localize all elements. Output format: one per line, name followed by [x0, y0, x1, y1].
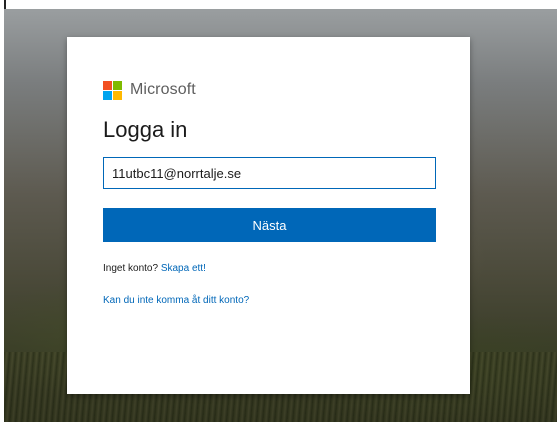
- microsoft-logo-icon: [103, 80, 122, 100]
- email-field[interactable]: [103, 157, 436, 189]
- text-cursor-marker: [4, 0, 6, 9]
- logo-square-green: [113, 80, 122, 90]
- next-button[interactable]: Nästa: [103, 208, 436, 242]
- screen: Microsoft Logga in Nästa Inget konto? Sk…: [0, 0, 557, 422]
- brand-header: Microsoft: [103, 80, 196, 100]
- logo-square-red: [103, 80, 112, 90]
- brand-name: Microsoft: [130, 81, 196, 98]
- logo-square-yellow: [113, 90, 122, 100]
- create-account-link[interactable]: Skapa ett!: [161, 263, 206, 274]
- signin-dialog: Microsoft Logga in Nästa Inget konto? Sk…: [67, 37, 470, 394]
- page-title: Logga in: [103, 117, 188, 142]
- logo-square-blue: [103, 90, 112, 100]
- cant-access-account-link[interactable]: Kan du inte komma åt ditt konto?: [103, 295, 249, 306]
- cant-access-row: Kan du inte komma åt ditt konto?: [103, 295, 249, 306]
- no-account-row: Inget konto? Skapa ett!: [103, 263, 206, 274]
- no-account-text: Inget konto?: [103, 263, 159, 274]
